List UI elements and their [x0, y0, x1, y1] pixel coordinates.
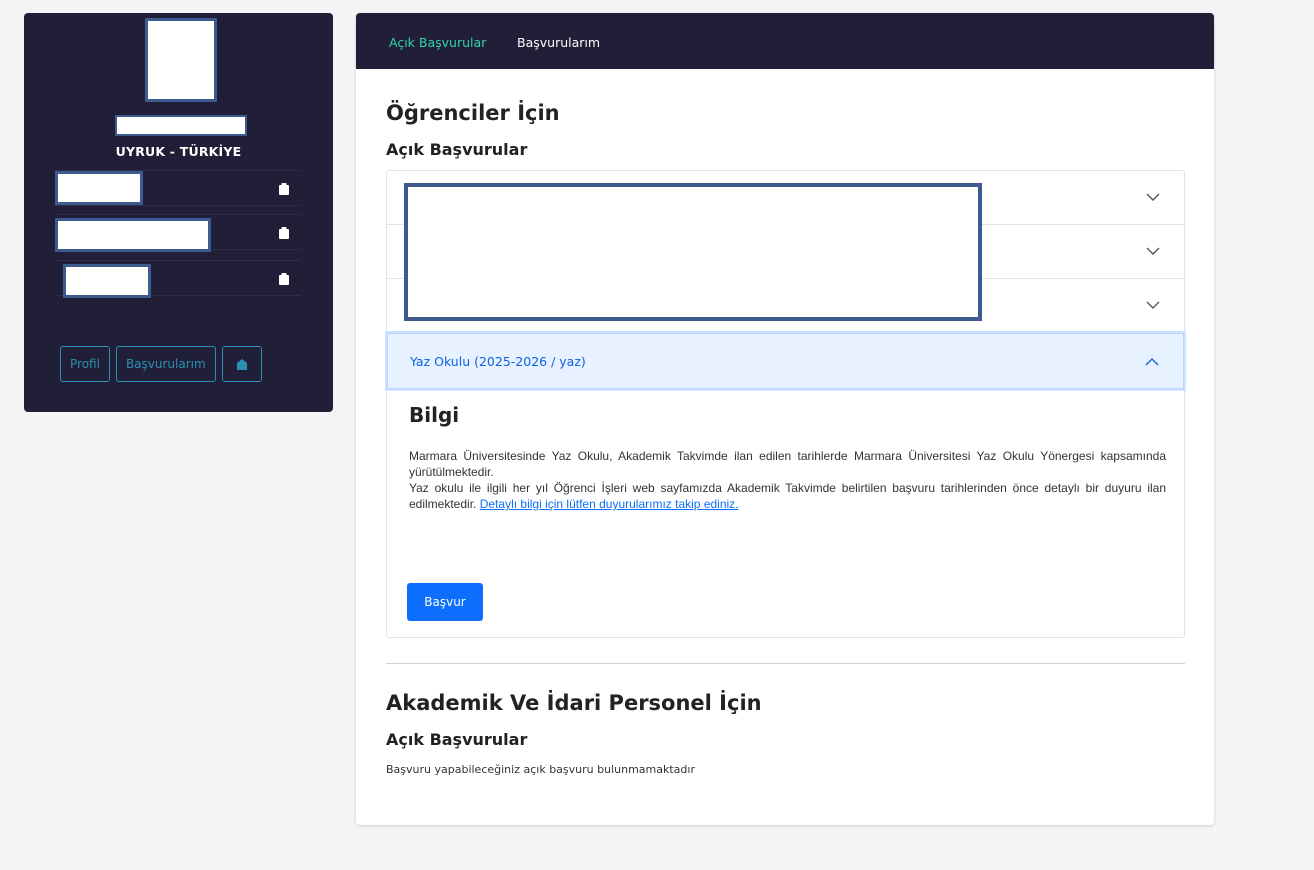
- students-heading: Öğrenciler İçin: [386, 101, 560, 125]
- info-heading: Bilgi: [409, 403, 460, 427]
- sidebar-actions: Profil Başvurularım: [60, 346, 262, 382]
- profile-button[interactable]: Profil: [60, 346, 110, 382]
- info-paragraph-1: Marmara Üniversitesinde Yaz Okulu, Akade…: [409, 449, 1166, 479]
- applications-card: Açık Başvurular Başvurularım Öğrenciler …: [356, 13, 1214, 825]
- nationality-label: UYRUK - TÜRKİYE: [115, 144, 242, 159]
- info-value-redacted: [55, 171, 143, 205]
- my-applications-button[interactable]: Başvurularım: [115, 346, 216, 382]
- staff-open-applications-heading: Açık Başvurular: [386, 730, 528, 749]
- apply-button[interactable]: Başvur: [407, 583, 483, 621]
- info-value-redacted: [63, 264, 151, 298]
- clipboard-icon[interactable]: [279, 183, 289, 195]
- chevron-up-icon: [1145, 358, 1159, 366]
- door-icon: [236, 358, 247, 370]
- staff-heading: Akademik Ve İdari Personel İçin: [386, 691, 762, 715]
- announcements-link[interactable]: Detaylı bilgi için lütfen duyurularımız …: [480, 497, 739, 511]
- profile-sidebar: UYRUK - TÜRKİYE Profil Başvurularım: [24, 13, 333, 412]
- info-row-2: [55, 214, 301, 252]
- clipboard-icon[interactable]: [279, 227, 289, 239]
- clipboard-icon[interactable]: [279, 273, 289, 285]
- info-value-redacted: [55, 218, 211, 252]
- section-divider: [386, 663, 1185, 664]
- tab-open-applications[interactable]: Açık Başvurular: [389, 35, 486, 50]
- info-row-3: [55, 260, 301, 298]
- info-row-1: [55, 170, 301, 206]
- chevron-down-icon: [1146, 193, 1160, 201]
- top-nav: Açık Başvurular Başvurularım: [356, 13, 1214, 69]
- chevron-down-icon: [1146, 301, 1160, 309]
- profile-photo: [145, 18, 217, 102]
- accordion-titles-redacted: [404, 183, 982, 321]
- students-open-applications-heading: Açık Başvurular: [386, 140, 528, 159]
- info-text: Marmara Üniversitesinde Yaz Okulu, Akade…: [409, 448, 1166, 512]
- user-name-redacted: [115, 115, 247, 136]
- chevron-down-icon: [1146, 247, 1160, 255]
- accordion-item-summer-school[interactable]: Yaz Okulu (2025-2026 / yaz): [387, 333, 1184, 389]
- tab-my-applications[interactable]: Başvurularım: [517, 35, 600, 50]
- accordion-item-title: Yaz Okulu (2025-2026 / yaz): [410, 354, 586, 369]
- logout-button[interactable]: [221, 346, 262, 382]
- no-applications-message: Başvuru yapabileceğiniz açık başvuru bul…: [386, 763, 695, 776]
